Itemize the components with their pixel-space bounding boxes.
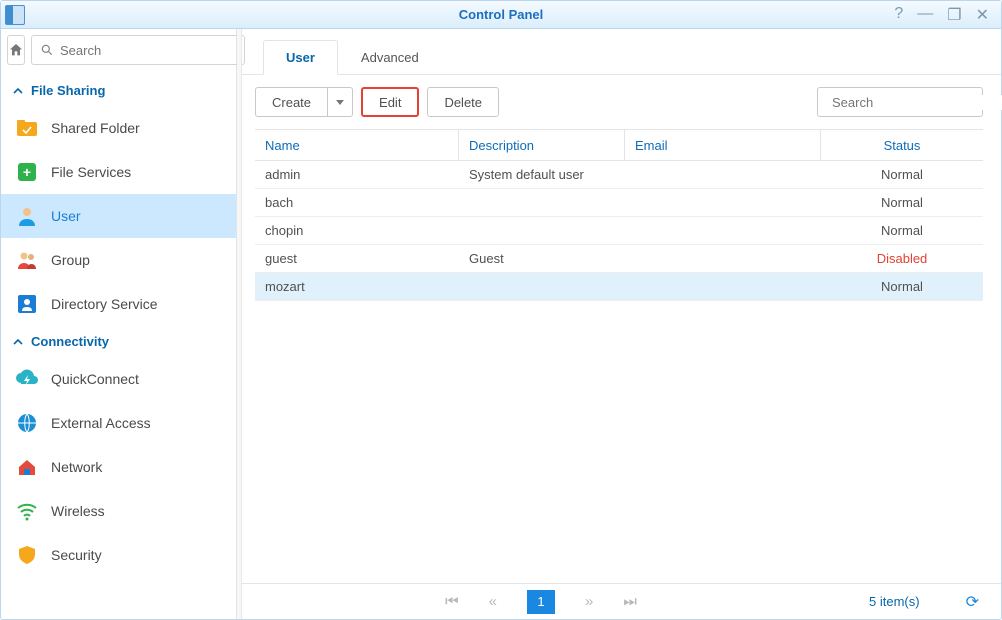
globe-icon	[15, 411, 39, 435]
table-row[interactable]: adminSystem default user Normal	[255, 161, 983, 189]
tab-advanced[interactable]: Advanced	[338, 40, 442, 75]
cell-name: bach	[255, 195, 459, 210]
cell-name: chopin	[255, 223, 459, 238]
group-icon	[15, 248, 39, 272]
sidebar-item-label: Group	[51, 252, 90, 268]
cell-status: Normal	[821, 167, 983, 182]
cell-description: Guest	[459, 251, 625, 266]
sidebar-item-quickconnect[interactable]: QuickConnect	[1, 357, 236, 401]
filter-search-input[interactable]	[832, 95, 1002, 110]
title-bar: Control Panel ? — ❐ ✕	[1, 1, 1001, 29]
group-header-file-sharing[interactable]: File Sharing	[1, 75, 236, 106]
group-label: File Sharing	[31, 83, 105, 98]
cell-name: admin	[255, 167, 459, 182]
cell-status: Normal	[821, 195, 983, 210]
create-dropdown-button[interactable]	[328, 87, 353, 117]
table-row[interactable]: guestGuest Disabled	[255, 245, 983, 273]
group-label: Connectivity	[31, 334, 109, 349]
cell-description: System default user	[459, 167, 625, 182]
delete-button[interactable]: Delete	[427, 87, 499, 117]
pager-first-icon[interactable]: ⏮	[445, 593, 459, 610]
pager-current-page[interactable]: 1	[527, 590, 555, 614]
chevron-up-icon	[13, 337, 23, 347]
sidebar-item-group[interactable]: Group	[1, 238, 236, 282]
file-services-icon: +	[15, 160, 39, 184]
cell-status: Disabled	[821, 251, 983, 266]
tab-user[interactable]: User	[263, 40, 338, 75]
sidebar-search[interactable]	[31, 35, 245, 65]
control-panel-window: Control Panel ? — ❐ ✕	[0, 0, 1002, 620]
cell-status: Normal	[821, 279, 983, 294]
main-panel: User Advanced Create Edit Delete	[237, 29, 1001, 619]
pager-prev-icon[interactable]: «	[489, 593, 497, 610]
filter-search[interactable]	[817, 87, 983, 117]
sidebar-item-shared-folder[interactable]: Shared Folder	[1, 106, 236, 150]
sidebar-item-label: QuickConnect	[51, 371, 139, 387]
column-header-description[interactable]: Description	[459, 130, 625, 160]
sidebar-item-label: Wireless	[51, 503, 105, 519]
items-count: 5 item(s)	[869, 594, 920, 609]
sidebar-item-security[interactable]: Security	[1, 533, 236, 577]
home-button[interactable]	[7, 35, 25, 65]
app-icon	[5, 5, 25, 25]
cell-status: Normal	[821, 223, 983, 238]
resize-handle[interactable]	[237, 29, 242, 619]
table-row[interactable]: bach Normal	[255, 189, 983, 217]
cell-name: guest	[255, 251, 459, 266]
window-title: Control Panel	[459, 7, 544, 22]
sidebar-item-user[interactable]: User	[1, 194, 236, 238]
pager-last-icon[interactable]: ⏭	[623, 593, 637, 610]
user-icon	[15, 204, 39, 228]
tab-strip: User Advanced	[237, 29, 1001, 75]
sidebar-item-label: File Services	[51, 164, 131, 180]
sidebar-item-label: Directory Service	[51, 296, 158, 312]
sidebar-item-wireless[interactable]: Wireless	[1, 489, 236, 533]
directory-service-icon	[15, 292, 39, 316]
sidebar-search-input[interactable]	[60, 43, 236, 58]
home-icon	[8, 42, 24, 58]
sidebar-item-directory-service[interactable]: Directory Service	[1, 282, 236, 326]
wireless-icon	[15, 499, 39, 523]
security-icon	[15, 543, 39, 567]
sidebar-nav[interactable]: File Sharing Shared Folder + File Servic…	[1, 71, 236, 619]
pagination-bar: ⏮ « 1 » ⏭ 5 item(s) ⟳	[237, 583, 1001, 619]
toolbar: Create Edit Delete	[237, 75, 1001, 129]
sidebar-item-label: Shared Folder	[51, 120, 140, 136]
maximize-icon[interactable]: ❐	[947, 5, 961, 25]
sidebar-item-label: Security	[51, 547, 102, 563]
caret-down-icon	[336, 100, 344, 105]
network-icon	[15, 455, 39, 479]
edit-button[interactable]: Edit	[361, 87, 419, 117]
quickconnect-icon	[15, 367, 39, 391]
sidebar-item-network[interactable]: Network	[1, 445, 236, 489]
chevron-up-icon	[13, 86, 23, 96]
svg-text:+: +	[23, 164, 31, 180]
cell-name: mozart	[255, 279, 459, 294]
close-icon[interactable]: ✕	[976, 5, 989, 25]
table-header: Name Description Email Status	[255, 129, 983, 161]
sidebar-item-label: User	[51, 208, 81, 224]
column-header-email[interactable]: Email	[625, 130, 821, 160]
pager-next-icon[interactable]: »	[585, 593, 593, 610]
group-header-connectivity[interactable]: Connectivity	[1, 326, 236, 357]
create-button[interactable]: Create	[255, 87, 328, 117]
sidebar-item-file-services[interactable]: + File Services	[1, 150, 236, 194]
minimize-icon[interactable]: —	[917, 5, 933, 25]
column-header-status[interactable]: Status	[821, 130, 983, 160]
sidebar-item-label: External Access	[51, 415, 151, 431]
create-button-group: Create	[255, 87, 353, 117]
shared-folder-icon	[15, 116, 39, 140]
search-icon	[40, 43, 54, 57]
sidebar-item-label: Network	[51, 459, 102, 475]
window-controls: ? — ❐ ✕	[894, 5, 1001, 25]
help-icon[interactable]: ?	[894, 5, 903, 25]
table-row[interactable]: chopin Normal	[255, 217, 983, 245]
column-header-name[interactable]: Name	[255, 130, 459, 160]
sidebar-item-external-access[interactable]: External Access	[1, 401, 236, 445]
table-row[interactable]: mozart Normal	[255, 273, 983, 301]
table-body: adminSystem default user Normal bach Normal…	[255, 161, 983, 301]
user-table: Name Description Email Status adminSyste…	[237, 129, 1001, 583]
refresh-icon[interactable]: ⟳	[966, 592, 979, 612]
sidebar: File Sharing Shared Folder + File Servic…	[1, 29, 237, 619]
